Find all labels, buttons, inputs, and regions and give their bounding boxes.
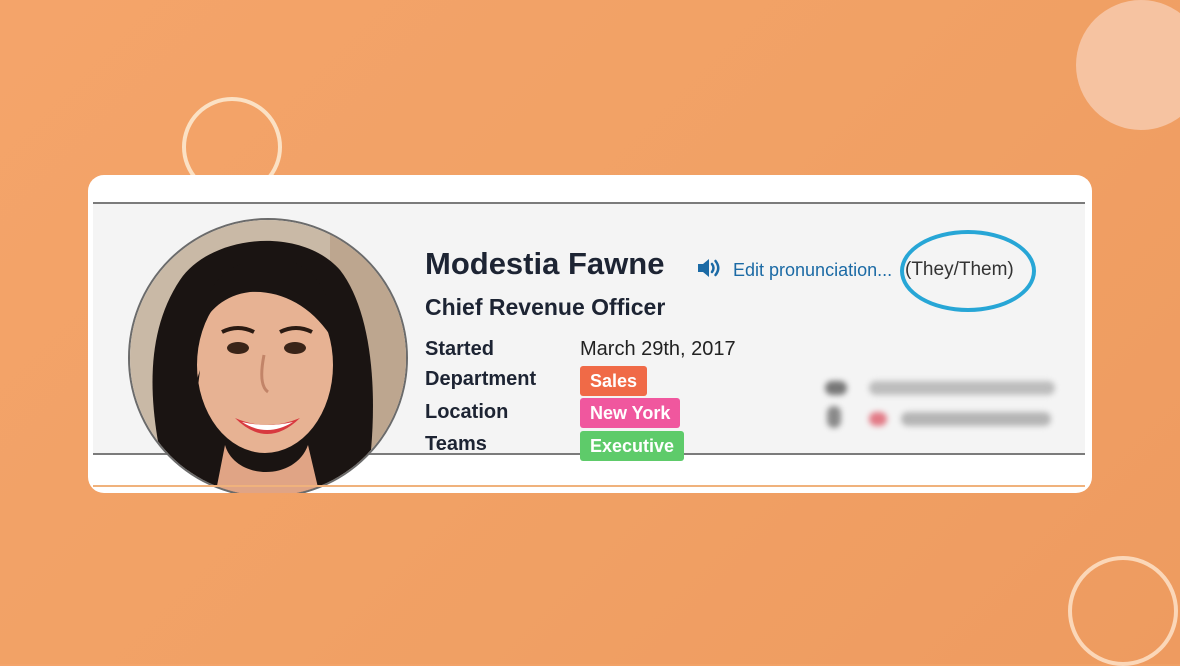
- phone-flag: [869, 412, 887, 426]
- blurred-contact-info: [825, 376, 1065, 436]
- started-value: March 29th, 2017: [580, 338, 736, 360]
- email-icon: [825, 381, 847, 395]
- profile-panel: Modestia Fawne Edit pronunciation... (Th…: [93, 202, 1085, 493]
- department-label: Department: [425, 368, 537, 390]
- edit-pronunciation-link[interactable]: Edit pronunciation...: [733, 260, 892, 281]
- job-title: Chief Revenue Officer: [425, 294, 666, 320]
- location-label: Location: [425, 401, 509, 423]
- teams-label: Teams: [425, 433, 487, 455]
- phone-icon: [827, 406, 841, 428]
- blurred-email: [869, 381, 1055, 395]
- avatar-photo: [130, 220, 406, 493]
- avatar: [128, 218, 408, 493]
- teams-tag[interactable]: Executive: [580, 431, 685, 461]
- card-accent-line: [93, 485, 1085, 487]
- pronouns-highlight-ring: [900, 230, 1036, 312]
- started-label: Started: [425, 338, 494, 360]
- blurred-phone: [901, 412, 1051, 426]
- profile-card: Modestia Fawne Edit pronunciation... (Th…: [88, 175, 1092, 493]
- speaker-icon[interactable]: [696, 257, 724, 279]
- department-tag[interactable]: Sales: [580, 366, 648, 396]
- location-tag[interactable]: New York: [580, 398, 681, 428]
- profile-name: Modestia Fawne: [425, 246, 665, 281]
- decorative-circle-filled: [1076, 0, 1180, 130]
- decorative-circle-outline-bottom: [1068, 556, 1178, 666]
